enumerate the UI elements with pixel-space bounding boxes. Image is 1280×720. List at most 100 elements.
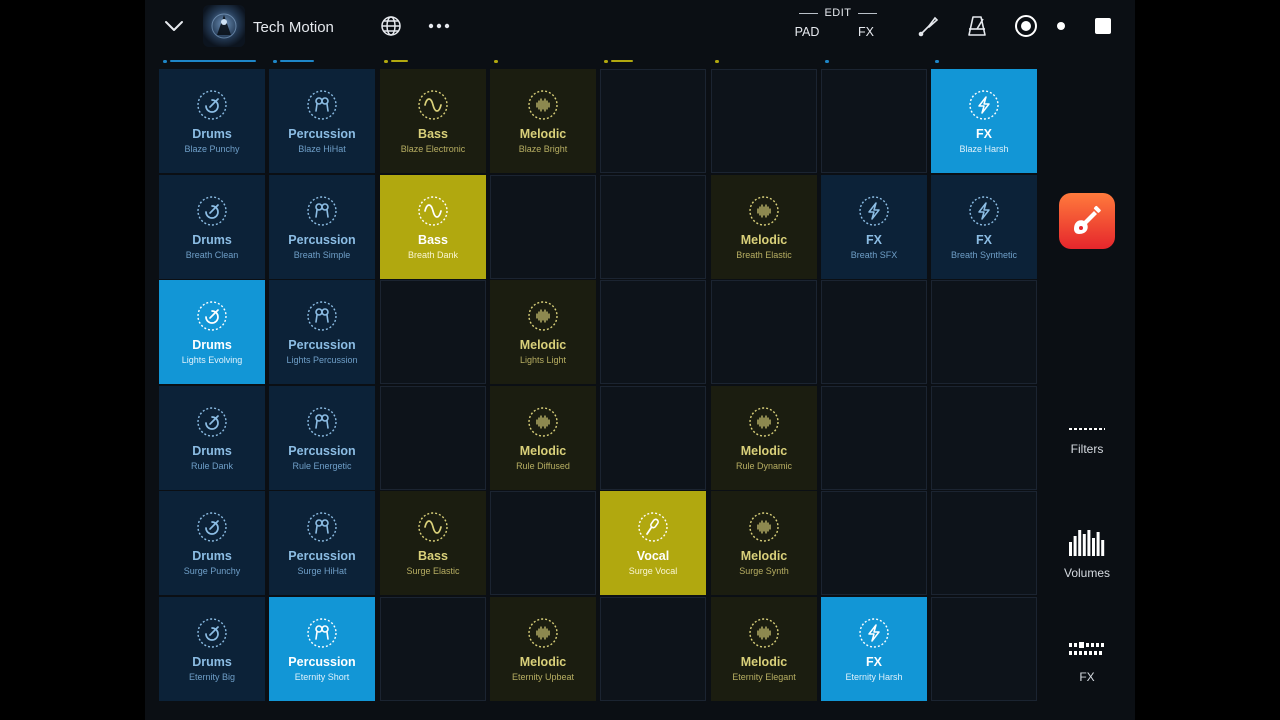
loop-cell-melodic[interactable]: Melodic Eternity Elegant — [711, 597, 817, 701]
loop-name-label: Breath Simple — [293, 250, 351, 260]
percussion-icon — [306, 406, 338, 438]
loop-cell-bass[interactable]: Bass Blaze Electronic — [380, 69, 486, 173]
empty-cell[interactable] — [931, 491, 1037, 595]
loop-category-label: Percussion — [288, 655, 356, 669]
chevron-down-icon[interactable] — [161, 14, 187, 38]
empty-cell[interactable] — [600, 597, 706, 701]
drums-icon — [196, 511, 228, 543]
volumes-button[interactable]: Volumes — [1045, 528, 1129, 580]
loop-cell-percussion[interactable]: Percussion Eternity Short — [269, 597, 375, 701]
loop-cell-melodic[interactable]: Melodic Blaze Bright — [490, 69, 596, 173]
empty-cell[interactable] — [490, 491, 596, 595]
percussion-icon — [306, 300, 338, 332]
loop-cell-content: Melodic Blaze Bright — [491, 70, 595, 172]
loop-category-label: Percussion — [288, 233, 356, 247]
more-options-icon[interactable] — [427, 14, 451, 38]
empty-cell[interactable] — [380, 597, 486, 701]
loop-cell-melodic[interactable]: Melodic Surge Synth — [711, 491, 817, 595]
globe-icon[interactable] — [379, 14, 403, 38]
empty-cell[interactable] — [600, 69, 706, 173]
loop-cell-drums[interactable]: Drums Blaze Punchy — [159, 69, 265, 173]
empty-cell[interactable] — [490, 175, 596, 279]
loop-cell-drums[interactable]: Drums Breath Clean — [159, 175, 265, 279]
empty-cell[interactable] — [600, 280, 706, 384]
loop-cell-drums[interactable]: Drums Eternity Big — [159, 597, 265, 701]
progress-dot — [604, 60, 608, 63]
empty-cell[interactable] — [711, 280, 817, 384]
empty-cell[interactable] — [931, 280, 1037, 384]
loop-cell-percussion[interactable]: Percussion Surge HiHat — [269, 491, 375, 595]
loop-category-label: Melodic — [740, 233, 788, 247]
loop-cell-fx[interactable]: FX Breath Synthetic — [931, 175, 1037, 279]
empty-cell[interactable] — [931, 386, 1037, 490]
loop-category-label: Percussion — [288, 127, 356, 141]
loop-name-label: Lights Evolving — [181, 355, 243, 365]
loop-cell-percussion[interactable]: Percussion Lights Percussion — [269, 280, 375, 384]
loop-cell-fx[interactable]: FX Eternity Harsh — [821, 597, 927, 701]
loop-cell-content: Percussion Lights Percussion — [270, 281, 374, 383]
loop-cell-melodic[interactable]: Melodic Breath Elastic — [711, 175, 817, 279]
loop-cell-fx[interactable]: FX Blaze Harsh — [931, 69, 1037, 173]
empty-cell[interactable] — [711, 69, 817, 173]
fx-bolt-icon — [858, 195, 890, 227]
empty-cell[interactable] — [821, 386, 927, 490]
empty-cell[interactable] — [380, 386, 486, 490]
empty-cell[interactable] — [931, 597, 1037, 701]
loop-cell-content: Bass Surge Elastic — [381, 492, 485, 594]
edit-pad-button[interactable]: PAD — [789, 24, 825, 40]
loop-cell-bass[interactable]: Bass Surge Elastic — [380, 491, 486, 595]
fx-side-label: FX — [1079, 670, 1095, 684]
volumes-icon — [1069, 530, 1105, 556]
metronome-icon[interactable] — [963, 13, 991, 39]
stop-icon[interactable] — [1091, 14, 1115, 38]
tuner-icon[interactable] — [915, 13, 941, 39]
loop-cell-content: Drums Breath Clean — [160, 176, 264, 278]
loop-name-label: Breath Elastic — [736, 250, 792, 260]
empty-cell[interactable] — [380, 280, 486, 384]
drums-icon — [196, 300, 228, 332]
garageband-app-icon[interactable] — [1059, 193, 1115, 249]
loop-category-label: Percussion — [288, 444, 356, 458]
loop-name-label: Surge Synth — [739, 566, 789, 576]
loop-cell-percussion[interactable]: Percussion Blaze HiHat — [269, 69, 375, 173]
empty-cell[interactable] — [600, 175, 706, 279]
loop-cell-drums[interactable]: Drums Lights Evolving — [159, 280, 265, 384]
loop-cell-melodic[interactable]: Melodic Eternity Upbeat — [490, 597, 596, 701]
loop-cell-drums[interactable]: Drums Rule Dank — [159, 386, 265, 490]
progress-dot — [715, 60, 719, 63]
loop-cell-percussion[interactable]: Percussion Rule Energetic — [269, 386, 375, 490]
loop-category-label: Melodic — [519, 655, 567, 669]
loop-name-label: Surge HiHat — [297, 566, 347, 576]
empty-cell[interactable] — [600, 386, 706, 490]
loop-cell-content: Percussion Breath Simple — [270, 176, 374, 278]
column-progress-7 — [825, 60, 925, 64]
filters-button[interactable]: Filters — [1045, 424, 1129, 456]
loop-category-label: Bass — [418, 127, 448, 141]
fx-side-button[interactable]: FX — [1045, 640, 1129, 684]
loop-cell-percussion[interactable]: Percussion Breath Simple — [269, 175, 375, 279]
column-progress-5 — [604, 60, 704, 64]
empty-cell[interactable] — [821, 280, 927, 384]
loop-cell-vocal[interactable]: Vocal Surge Vocal — [600, 491, 706, 595]
record-icon[interactable] — [1013, 13, 1039, 39]
song-title[interactable]: Tech Motion — [253, 16, 334, 38]
percussion-icon — [306, 511, 338, 543]
song-artwork[interactable] — [203, 5, 245, 47]
loop-cell-content: Drums Lights Evolving — [160, 281, 264, 383]
play-dot-icon[interactable] — [1054, 19, 1068, 33]
loop-cell-melodic[interactable]: Melodic Lights Light — [490, 280, 596, 384]
loop-cell-bass[interactable]: Bass Breath Dank — [380, 175, 486, 279]
progress-dot — [273, 60, 277, 63]
loop-category-label: Bass — [418, 549, 448, 563]
loop-cell-melodic[interactable]: Melodic Rule Diffused — [490, 386, 596, 490]
empty-cell[interactable] — [821, 491, 927, 595]
loop-cell-content: FX Breath SFX — [822, 176, 926, 278]
melodic-waveform-icon — [748, 406, 780, 438]
column-progress-4 — [494, 60, 594, 64]
loop-cell-fx[interactable]: FX Breath SFX — [821, 175, 927, 279]
loop-cell-melodic[interactable]: Melodic Rule Dynamic — [711, 386, 817, 490]
loop-cell-content: Melodic Breath Elastic — [712, 176, 816, 278]
loop-cell-drums[interactable]: Drums Surge Punchy — [159, 491, 265, 595]
edit-fx-button[interactable]: FX — [853, 24, 879, 40]
empty-cell[interactable] — [821, 69, 927, 173]
